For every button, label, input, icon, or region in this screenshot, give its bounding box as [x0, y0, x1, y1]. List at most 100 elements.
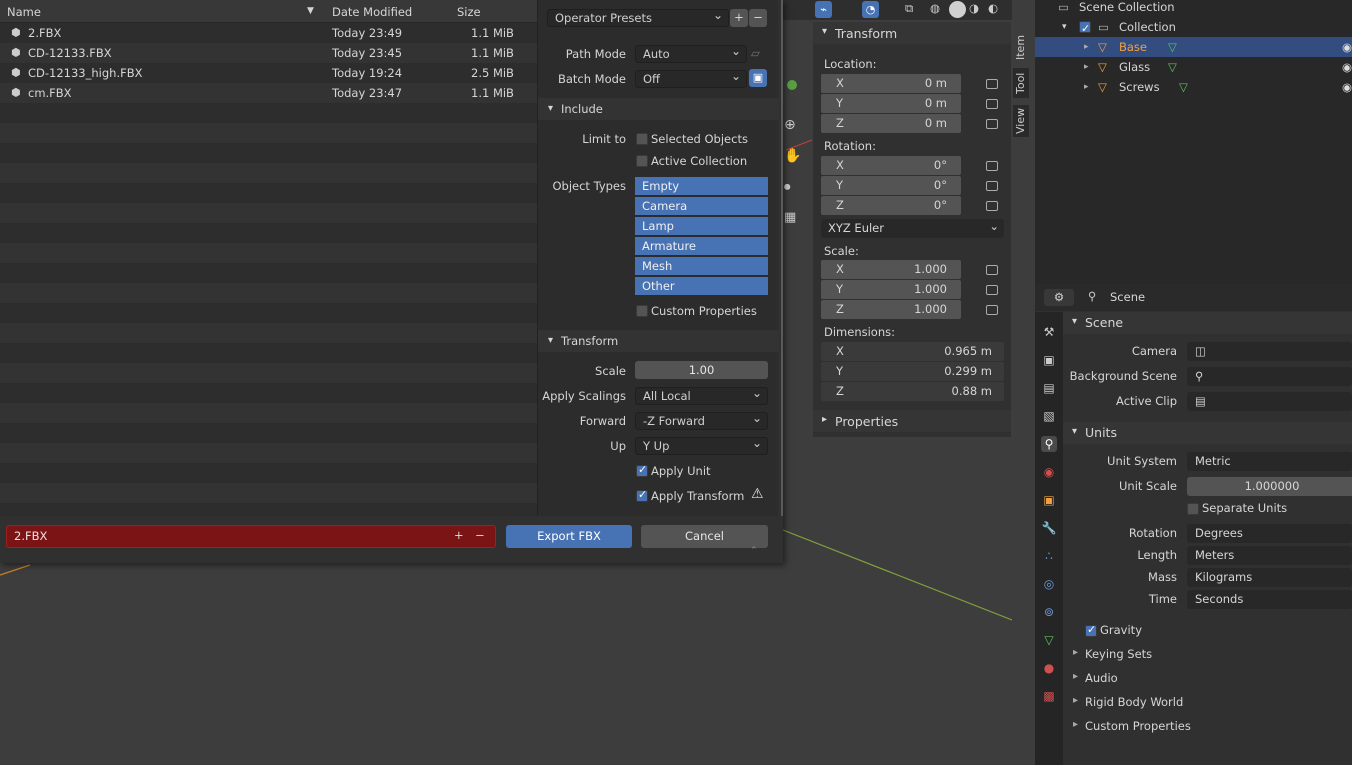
lock-icon[interactable]	[986, 201, 998, 211]
expand-arrow-icon[interactable]: ▸	[1084, 57, 1089, 77]
dimensions-field[interactable]: X 0.965 m	[821, 342, 1004, 361]
transform-panel-header[interactable]: ▾ Transform	[813, 22, 1011, 44]
gizmo-y-icon[interactable]	[787, 80, 797, 90]
unit-scale-field[interactable]: 1.000000	[1187, 477, 1352, 496]
batch-own-dir-icon[interactable]: ▣	[749, 69, 767, 87]
lock-icon[interactable]	[986, 79, 998, 89]
rotation-field[interactable]: X 0°	[821, 156, 961, 175]
object-type-toggle[interactable]: Camera	[635, 197, 768, 216]
object-type-toggle[interactable]: Other	[635, 277, 768, 296]
section-rigid-body-world[interactable]: Rigid Body World	[1073, 695, 1183, 709]
file-list[interactable]: Name ▼ Date Modified Size ⬢ 2.FBX Today 23…	[0, 0, 537, 516]
tab-tool[interactable]: Tool	[1013, 68, 1029, 98]
expand-arrow-icon[interactable]: ▸	[1084, 37, 1089, 57]
material-shading-icon[interactable]: ◑	[969, 1, 979, 15]
mesh-data-icon[interactable]: ▽	[1041, 632, 1057, 648]
rotation-field[interactable]: Z 0°	[821, 196, 961, 215]
tab-item[interactable]: Item	[1013, 30, 1029, 64]
tool-icon[interactable]: ⚒	[1041, 324, 1057, 340]
apply-scalings-dropdown[interactable]: All Local	[635, 385, 768, 405]
up-axis-dropdown[interactable]: Y Up	[635, 435, 768, 455]
section-audio[interactable]: Audio	[1073, 671, 1118, 685]
units-panel-header[interactable]: ▾ Units	[1063, 422, 1352, 444]
overlay-icon[interactable]: ◔	[862, 1, 879, 18]
location-field[interactable]: Y 0 m	[821, 94, 961, 113]
properties-panel-header[interactable]: ▸ Properties	[813, 410, 1011, 432]
lock-icon[interactable]	[986, 305, 998, 315]
camera-field[interactable]: ◫	[1187, 342, 1352, 361]
snap-icon[interactable]: ⌁	[815, 1, 832, 18]
physics-icon[interactable]: ◎	[1041, 576, 1057, 592]
lock-icon[interactable]	[986, 99, 998, 109]
outliner-row-scene-collection[interactable]: ▭ Scene Collection	[1035, 0, 1352, 17]
xray-icon[interactable]: ⧉	[905, 1, 913, 16]
add-preset-button[interactable]: +	[730, 9, 748, 27]
outliner-row-object[interactable]: ▸ ▽ Base ▽ ◉	[1035, 37, 1352, 57]
background-scene-field[interactable]: ⚲	[1187, 367, 1352, 386]
lock-icon[interactable]	[986, 181, 998, 191]
decrement-filename-button[interactable]: −	[475, 528, 485, 542]
object-icon[interactable]: ▣	[1041, 492, 1057, 508]
unit-mass-dropdown[interactable]: Kilograms	[1187, 568, 1352, 587]
rotation-mode-dropdown[interactable]: XYZ Euler ⌄	[821, 219, 1004, 238]
file-row[interactable]: ⬢ 2.FBX Today 23:49 1.1 MiB	[0, 23, 537, 43]
scale-field[interactable]: X 1.000	[821, 260, 961, 279]
modifier-icon[interactable]: 🔧	[1041, 520, 1057, 536]
ortho-grid-icon[interactable]: ▦	[784, 210, 796, 225]
zoom-icon[interactable]: ⊕	[784, 117, 796, 133]
rendered-shading-icon[interactable]: ◐	[988, 1, 998, 15]
file-row[interactable]: ⬢ cm.FBX Today 23:47 1.1 MiB	[0, 83, 537, 103]
remove-preset-button[interactable]: −	[749, 9, 767, 27]
export-scale-field[interactable]: 1.00	[635, 361, 768, 379]
wireframe-shading-icon[interactable]: ◍	[930, 1, 940, 15]
visibility-eye-icon[interactable]: ◉	[1342, 37, 1352, 57]
expand-arrow-icon[interactable]: ▸	[1084, 77, 1089, 97]
sort-arrow-icon[interactable]: ▼	[307, 6, 314, 16]
cancel-button[interactable]: Cancel	[641, 525, 768, 548]
collection-visibility-checkbox[interactable]	[1079, 19, 1091, 39]
forward-axis-dropdown[interactable]: -Z Forward	[635, 410, 768, 430]
texture-icon[interactable]: ▩	[1041, 688, 1057, 704]
unit-length-dropdown[interactable]: Meters	[1187, 546, 1352, 565]
filename-input[interactable]: 2.FBX	[6, 525, 496, 548]
lock-icon[interactable]	[986, 119, 998, 129]
unit-rotation-dropdown[interactable]: Degrees	[1187, 524, 1352, 543]
section-keying-sets[interactable]: Keying Sets	[1073, 647, 1152, 661]
column-name-header[interactable]: Name	[7, 5, 41, 19]
section-custom-properties[interactable]: Custom Properties	[1073, 719, 1191, 733]
collapse-footer-icon[interactable]: ⌃	[750, 546, 758, 556]
world-icon[interactable]: ◉	[1041, 464, 1057, 480]
section-gravity[interactable]: Gravity	[1088, 623, 1142, 637]
material-icon[interactable]: ●	[1041, 660, 1057, 676]
selected-objects-checkbox[interactable]	[636, 133, 648, 145]
batch-mode-dropdown[interactable]: Off	[635, 68, 747, 88]
visibility-eye-icon[interactable]: ◉	[1342, 57, 1352, 77]
view-layer-icon[interactable]: ▧	[1041, 408, 1057, 424]
apply-unit-checkbox[interactable]	[636, 463, 648, 477]
apply-transform-checkbox[interactable]	[636, 488, 648, 502]
column-size-header[interactable]: Size	[457, 5, 481, 19]
dimensions-field[interactable]: Y 0.299 m	[821, 362, 1004, 381]
unit-time-dropdown[interactable]: Seconds	[1187, 590, 1352, 609]
export-fbx-button[interactable]: Export FBX	[506, 525, 632, 548]
increment-filename-button[interactable]: +	[454, 528, 464, 542]
render-icon[interactable]: ▣	[1041, 352, 1057, 368]
object-type-toggle[interactable]: Mesh	[635, 257, 768, 276]
file-row[interactable]: ⬢ CD-12133_high.FBX Today 19:24 2.5 MiB	[0, 63, 537, 83]
output-icon[interactable]: ▤	[1041, 380, 1057, 396]
active-clip-field[interactable]: ▤	[1187, 392, 1352, 411]
scale-field[interactable]: Z 1.000	[821, 300, 961, 319]
location-field[interactable]: Z 0 m	[821, 114, 961, 133]
lock-icon[interactable]	[986, 265, 998, 275]
lock-icon[interactable]	[986, 161, 998, 171]
scene-panel-header[interactable]: ▾ Scene	[1063, 312, 1352, 334]
lock-icon[interactable]	[986, 285, 998, 295]
transform-section-header[interactable]: Transform	[538, 330, 779, 352]
dimensions-field[interactable]: Z 0.88 m	[821, 382, 1004, 401]
unit-system-dropdown[interactable]: Metric	[1187, 452, 1352, 471]
column-date-header[interactable]: Date Modified	[332, 5, 412, 19]
solid-shading-icon[interactable]	[949, 1, 966, 18]
camera-view-icon[interactable]: ⏺	[784, 180, 791, 195]
visibility-eye-icon[interactable]: ◉	[1342, 77, 1352, 97]
pan-hand-icon[interactable]: ✋	[784, 148, 801, 164]
